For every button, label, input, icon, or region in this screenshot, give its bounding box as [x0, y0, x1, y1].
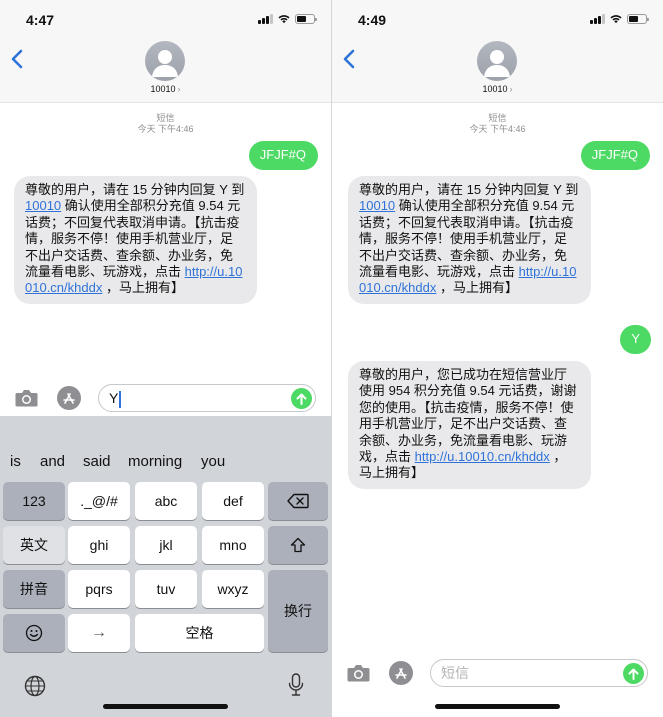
key-wxyz[interactable]: wxyz: [202, 570, 264, 608]
arrow-key[interactable]: →: [68, 614, 130, 652]
wifi-icon: [278, 15, 290, 24]
message-timestamp: 今天 下午4:46: [137, 124, 194, 134]
person-silhouette-icon: [152, 50, 178, 77]
status-time: 4:47: [26, 12, 55, 28]
key-english[interactable]: 英文: [3, 526, 65, 564]
chevron-right-icon: ›: [509, 84, 513, 94]
space-key[interactable]: 空格: [135, 614, 264, 652]
phone-number-link[interactable]: 10010: [359, 198, 395, 213]
message-composer: Y: [0, 380, 331, 416]
back-chevron-icon[interactable]: [340, 47, 360, 71]
enter-key[interactable]: 换行: [268, 570, 328, 652]
key-mno[interactable]: mno: [202, 526, 264, 564]
status-time: 4:49: [358, 12, 387, 28]
outgoing-message-bubble[interactable]: JFJF#Q: [580, 141, 650, 171]
app-store-icon[interactable]: [56, 385, 82, 411]
incoming-message-bubble[interactable]: 尊敬的用户，请在 15 分钟内回复 Y 到 10010 确认使用全部积分充值 9…: [14, 176, 257, 304]
send-button[interactable]: [291, 388, 312, 409]
key-def[interactable]: def: [202, 482, 264, 520]
key-numbers[interactable]: 123: [3, 482, 65, 520]
battery-icon: [627, 14, 649, 24]
key-pqrs[interactable]: pqrs: [68, 570, 130, 608]
backspace-key[interactable]: [268, 482, 328, 520]
wifi-icon: [610, 15, 622, 24]
message-text: JFJF#Q: [259, 147, 306, 162]
globe-icon[interactable]: [24, 675, 46, 697]
message-text: Y: [631, 331, 640, 346]
back-chevron-icon[interactable]: [8, 47, 28, 71]
outgoing-message-bubble[interactable]: Y: [620, 325, 651, 355]
message-input[interactable]: Y: [98, 384, 316, 412]
input-placeholder: 短信: [441, 665, 469, 681]
suggestion-item[interactable]: you: [201, 453, 225, 470]
emoji-key[interactable]: [3, 614, 65, 652]
message-input[interactable]: 短信: [430, 659, 648, 687]
message-composer: 短信: [332, 655, 663, 691]
outgoing-message-bubble[interactable]: JFJF#Q: [248, 141, 318, 171]
key-jkl[interactable]: jkl: [135, 526, 197, 564]
status-indicators: [258, 14, 317, 24]
chevron-right-icon: ›: [177, 84, 181, 94]
message-text: ，马上拥有】: [102, 280, 184, 296]
cellular-signal-icon: [258, 14, 273, 24]
home-indicator[interactable]: [435, 704, 560, 709]
key-pinyin[interactable]: 拼音: [3, 570, 65, 608]
key-symbols[interactable]: ._@/#: [68, 482, 130, 520]
person-silhouette-icon: [484, 50, 510, 77]
message-text: 尊敬的用户，请在 15 分钟内回复 Y 到: [359, 182, 579, 197]
key-tuv[interactable]: tuv: [135, 570, 197, 608]
suggestion-item[interactable]: and: [40, 453, 65, 470]
url-link[interactable]: http://u.10010.cn/khddx: [415, 449, 550, 464]
suggestion-item[interactable]: said: [83, 453, 111, 470]
text-caret: [119, 390, 121, 408]
message-text: JFJF#Q: [591, 147, 638, 162]
key-abc[interactable]: abc: [135, 482, 197, 520]
incoming-message-bubble[interactable]: 尊敬的用户，您已成功在短信营业厅使用 954 积分充值 9.54 元话费，谢谢您…: [348, 361, 591, 489]
cellular-signal-icon: [590, 14, 605, 24]
camera-icon[interactable]: [346, 663, 371, 683]
message-text: ，马上拥有】: [436, 280, 518, 296]
backspace-icon: [287, 493, 309, 509]
incoming-message-bubble[interactable]: 尊敬的用户，请在 15 分钟内回复 Y 到 10010 确认使用全部积分充值 9…: [348, 176, 591, 304]
contact-name[interactable]: 10010 ›: [0, 84, 331, 94]
contact-name[interactable]: 10010 ›: [332, 84, 663, 94]
arrow-up-icon: [296, 393, 307, 405]
suggestion-item[interactable]: is: [10, 453, 21, 470]
app-store-icon[interactable]: [388, 660, 414, 686]
status-indicators: [590, 14, 649, 24]
battery-icon: [295, 14, 317, 24]
conversation-header: 4:47 10010 ›: [0, 0, 331, 103]
send-button[interactable]: [623, 663, 644, 684]
shift-icon: [290, 537, 306, 553]
microphone-icon[interactable]: [288, 673, 304, 697]
message-timestamp: 今天 下午4:46: [469, 124, 526, 134]
right-phone-screen: 4:49 10010 › 短信 今天 下午4:46 JFJF#Q 尊敬的用户，请在…: [332, 0, 663, 717]
arrow-up-icon: [628, 668, 639, 680]
suggestion-bar: is and said morning you: [0, 416, 331, 476]
home-indicator[interactable]: [103, 704, 228, 709]
key-ghi[interactable]: ghi: [68, 526, 130, 564]
contact-avatar[interactable]: [145, 41, 185, 81]
conversation-header: 4:49 10010 ›: [332, 0, 663, 103]
camera-icon[interactable]: [14, 388, 39, 408]
message-text: 尊敬的用户，请在 15 分钟内回复 Y 到: [25, 182, 245, 197]
input-value: Y: [109, 390, 119, 406]
keyboard: is and said morning you 123 ._@/# abc de…: [0, 416, 331, 717]
emoji-icon: [25, 624, 43, 642]
suggestion-item[interactable]: morning: [128, 453, 182, 470]
shift-key[interactable]: [268, 526, 328, 564]
contact-avatar[interactable]: [477, 41, 517, 81]
phone-number-link[interactable]: 10010: [25, 198, 61, 213]
left-phone-screen: 4:47 10010 › 短信 今天 下午4:46 JFJF#Q 尊敬的用户，请在…: [0, 0, 331, 717]
